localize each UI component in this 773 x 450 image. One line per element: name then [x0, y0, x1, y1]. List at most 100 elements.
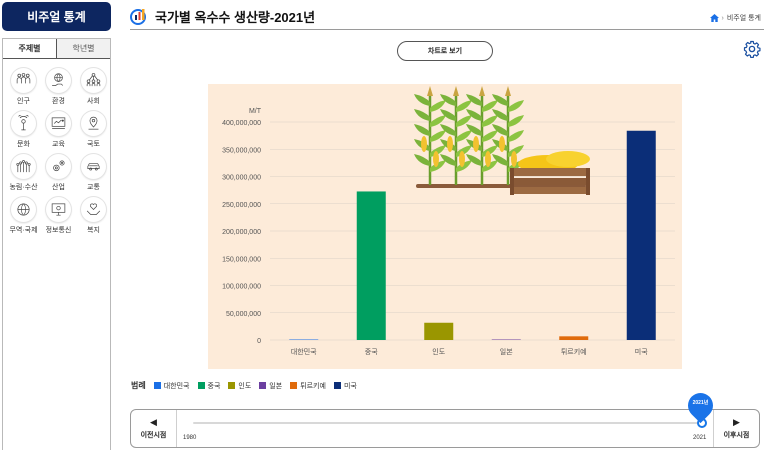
breadcrumb-current[interactable]: 비주얼 통계: [727, 13, 761, 23]
category-item[interactable]: 사회: [77, 68, 110, 106]
x-tick-label: 튀르키예: [561, 347, 587, 356]
header-divider: [130, 29, 764, 30]
bar: [626, 130, 656, 340]
legend-title: 범례: [131, 381, 146, 390]
legend-swatch: [197, 382, 205, 389]
y-tick-label: 200,000,000: [222, 229, 261, 236]
category-item[interactable]: 농림·수산: [7, 154, 40, 192]
legend-label: 일본: [269, 382, 283, 390]
bar: [356, 191, 386, 340]
broadcast-icon: [11, 111, 36, 136]
heart-hands-icon: [81, 197, 106, 222]
category-label: 교육: [52, 141, 65, 148]
category-label: 산업: [52, 184, 65, 191]
category-label: 국토: [87, 141, 100, 148]
category-label: 환경: [52, 98, 65, 105]
legend-swatch: [228, 382, 236, 389]
world-icon: [11, 197, 36, 222]
category-grid: 인구 환경 사회문화 교육 국토농림·수산 산업 교통무역·국제 정보통신 복지: [3, 59, 110, 235]
y-tick-label: 50,000,000: [226, 311, 261, 318]
category-label: 무역·국제: [9, 227, 38, 234]
legend: 범례 대한민국 중국 인도 일본 튀르키예 미국: [131, 380, 365, 391]
next-period-label: 이후시점: [723, 432, 750, 439]
legend-item[interactable]: 대한민국: [153, 381, 190, 391]
breadcrumb: › 비주얼 통계: [709, 13, 761, 23]
category-label: 정보통신: [45, 227, 72, 234]
y-tick-label: 100,000,000: [222, 284, 261, 291]
next-period-button[interactable]: ▶ 이후시점: [713, 410, 759, 447]
sidebar: 비주얼 통계 주제별 학년별 인구 환경 사회문화 교육 국토농림·수산 산업 교통무역·국…: [0, 0, 115, 450]
computer-icon: [46, 197, 71, 222]
timeline-start-year: 1980: [183, 435, 197, 441]
legend-swatch: [333, 382, 341, 389]
stats-logo-icon: [130, 9, 146, 25]
bar: [424, 322, 454, 340]
legend-item[interactable]: 중국: [197, 381, 221, 391]
people-icon: [11, 68, 36, 93]
timeline: ◀ 이전시점 1980 2021 ▶ 이후시점: [130, 409, 760, 448]
tab-by-grade[interactable]: 학년별: [57, 39, 110, 58]
tab-by-topic[interactable]: 주제별: [3, 39, 57, 58]
network-icon: [81, 68, 106, 93]
x-tick-label: 중국: [365, 348, 378, 356]
legend-item[interactable]: 일본: [259, 381, 282, 391]
farm-icon: [11, 154, 36, 179]
arrow-right-icon: ▶: [733, 417, 740, 427]
sidebar-title[interactable]: 비주얼 통계: [2, 2, 111, 31]
x-tick-label: 미국: [635, 347, 648, 356]
location-pin-icon: [81, 111, 106, 136]
current-year-label: 2021년: [692, 400, 709, 406]
timeline-end-year: 2021: [693, 435, 707, 441]
legend-label: 중국: [207, 382, 221, 390]
y-axis-label: M/T: [249, 108, 262, 115]
chart-view-button[interactable]: 차트로 보기: [397, 41, 493, 61]
y-tick-label: 300,000,000: [222, 175, 261, 182]
category-item[interactable]: 정보통신: [42, 197, 75, 235]
category-item[interactable]: 산업: [42, 154, 75, 192]
legend-item[interactable]: 인도: [228, 381, 251, 391]
category-label: 복지: [87, 227, 100, 234]
category-item[interactable]: 문화: [7, 111, 40, 149]
legend-swatch: [290, 382, 298, 389]
legend-label: 튀르키예: [300, 382, 326, 390]
category-item[interactable]: 교통: [77, 154, 110, 192]
legend-item[interactable]: 튀르키예: [290, 381, 326, 391]
category-item[interactable]: 국토: [77, 111, 110, 149]
globe-hand-icon: [46, 68, 71, 93]
category-item[interactable]: 무역·국제: [7, 197, 40, 235]
category-label: 교통: [87, 184, 100, 191]
gears-icon: [46, 154, 71, 179]
category-item[interactable]: 환경: [42, 68, 75, 106]
legend-item[interactable]: 미국: [333, 381, 357, 391]
legend-swatch: [153, 382, 161, 389]
prev-period-button[interactable]: ◀ 이전시점: [131, 410, 177, 447]
y-tick-label: 350,000,000: [222, 147, 261, 154]
y-tick-label: 250,000,000: [222, 202, 261, 209]
x-tick-label: 대한민국: [291, 347, 317, 356]
home-icon[interactable]: [709, 14, 719, 22]
prev-period-label: 이전시점: [140, 432, 167, 439]
category-label: 농림·수산: [9, 184, 38, 191]
bar-chart: 0 50,000,000 100,000,000 150,000,000 200,000…: [208, 84, 682, 369]
timeline-track[interactable]: [193, 422, 703, 424]
category-item[interactable]: 복지: [77, 197, 110, 235]
page-title: 국가별 옥수수 생산량-2021년: [155, 10, 316, 25]
y-tick-label: 400,000,000: [222, 120, 261, 127]
category-item[interactable]: 인구: [7, 68, 40, 106]
category-label: 문화: [17, 141, 30, 148]
x-tick-label: 인도: [432, 347, 445, 356]
bar: [491, 339, 521, 340]
category-item[interactable]: 교육: [42, 111, 75, 149]
y-tick-label: 150,000,000: [222, 256, 261, 263]
sidebar-tabs: 주제별 학년별: [3, 39, 110, 59]
bar: [559, 336, 589, 340]
category-label: 인구: [17, 98, 30, 105]
legend-label: 대한민국: [163, 382, 190, 390]
gear-icon[interactable]: [743, 40, 761, 58]
x-tick-label: 일본: [500, 347, 513, 356]
legend-swatch: [259, 382, 267, 389]
car-icon: [81, 154, 106, 179]
y-tick-label: 0: [257, 338, 261, 345]
arrow-left-icon: ◀: [150, 417, 157, 427]
sidebar-panel: 주제별 학년별 인구 환경 사회문화 교육 국토농림·수산 산업 교통무역·국제 정보통신 복지: [2, 38, 111, 450]
